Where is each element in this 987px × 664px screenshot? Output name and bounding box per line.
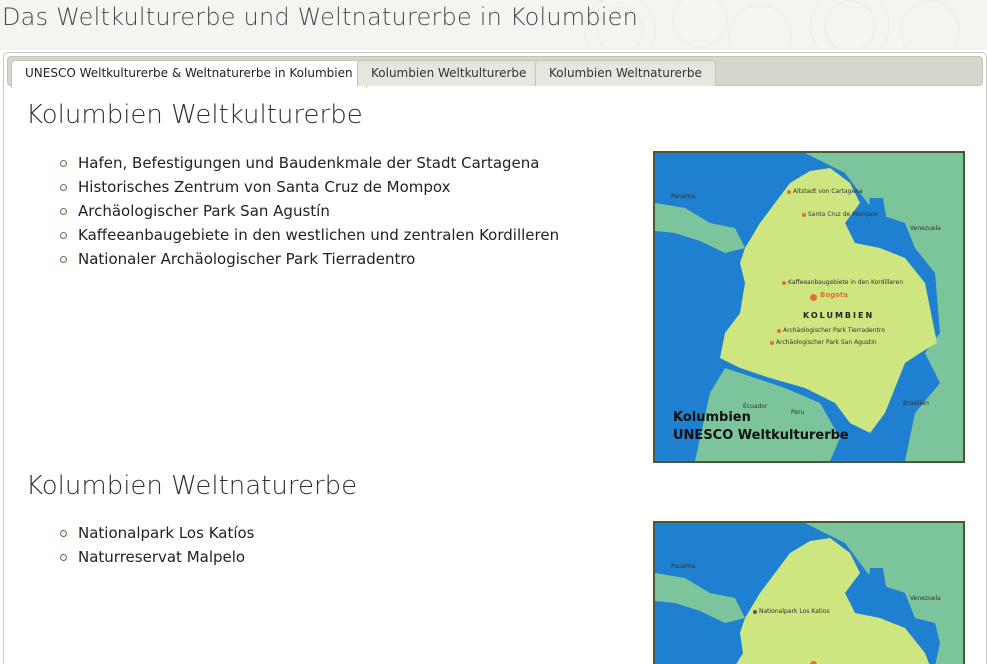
map-label-ecuador: Ecuador [743,403,768,410]
page-title: Das Weltkulturerbe und Weltnaturerbe in … [2,3,639,31]
map-site-marker [753,610,757,614]
list-item: Kaffeeanbaugebiete in den westlichen und… [60,223,559,247]
map-site-marker [777,329,781,333]
map-label-venezuela: Venezuela [910,225,941,232]
map-site-label: Kaffeeanbaugebiete in den Kordilleren [788,279,903,286]
map-label-country: KOLUMBIEN [803,311,875,320]
culture-site-list: Hafen, Befestigungen und Baudenkmale der… [60,151,559,271]
map-label-capital: Bogota [820,291,849,299]
capital-marker [810,294,817,301]
map-site-marker [787,190,791,194]
tab-bar: UNESCO Weltkulturerbe & Weltnaturerbe in… [7,56,983,88]
bullet-icon [60,184,67,191]
list-item: Historisches Zentrum von Santa Cruz de M… [60,175,559,199]
map-site-marker [782,281,786,285]
map-site-label: Archäologischer Park San Agustin [776,339,877,346]
bullet-icon [60,256,67,263]
list-item-label: Archäologischer Park San Agustín [78,202,330,220]
map-label-panama: Panama [671,563,696,570]
tab-unesco-overview[interactable]: UNESCO Weltkulturerbe & Weltnaturerbe in… [11,60,367,88]
bullet-icon [60,208,67,215]
map-site-label: Santa Cruz de Mompox [808,211,878,218]
bullet-icon [60,160,67,167]
list-item: Naturreservat Malpelo [60,545,255,569]
bullet-icon [60,554,67,561]
map-site-label: Nationalpark Los Katios [759,608,830,615]
map-caption-line2: UNESCO Weltkulturerbe [673,428,849,443]
list-item-label: Nationalpark Los Katíos [78,524,255,542]
list-item-label: Kaffeeanbaugebiete in den westlichen und… [78,226,560,244]
colombia-nature-map-graphic [655,523,963,664]
map-label-venezuela: Venezuela [910,595,941,602]
nature-site-list: Nationalpark Los Katíos Naturreservat Ma… [60,521,255,569]
map-caption-line1: Kolumbien [673,410,751,425]
map-label-peru: Peru [791,409,805,416]
list-item: Archäologischer Park San Agustín [60,199,559,223]
bullet-icon [60,232,67,239]
map-site-label: Archäologischer Park Tierradentro [783,327,885,334]
list-item: Nationalpark Los Katíos [60,521,255,545]
culture-map-image: Venezuela Panama Ecuador Peru Brasilien … [653,151,965,463]
section-heading-nature: Kolumbien Weltnaturerbe [26,471,358,501]
map-site-marker [770,341,774,345]
tab-weltnaturerbe[interactable]: Kolumbien Weltnaturerbe [535,60,716,86]
list-item: Hafen, Befestigungen und Baudenkmale der… [60,151,559,175]
bullet-icon [60,530,67,537]
map-site-marker [802,213,806,217]
tab-weltkulturerbe[interactable]: Kolumbien Weltkulturerbe [357,60,541,86]
list-item-label: Historisches Zentrum von Santa Cruz de M… [78,178,451,196]
map-label-brasilien: Brasilien [903,400,929,407]
map-label-panama: Panama [671,193,696,200]
list-item-label: Naturreservat Malpelo [78,548,246,566]
map-site-label: Altstadt von Cartagena [793,188,863,195]
list-item-label: Nationaler Archäologischer Park Tierrade… [78,250,416,268]
section-heading-culture: Kolumbien Weltkulturerbe [26,100,363,130]
list-item-label: Hafen, Befestigungen und Baudenkmale der… [78,154,540,172]
nature-map-image: Panama Venezuela Nationalpark Los Katios [653,521,965,664]
list-item: Nationaler Archäologischer Park Tierrade… [60,247,559,271]
